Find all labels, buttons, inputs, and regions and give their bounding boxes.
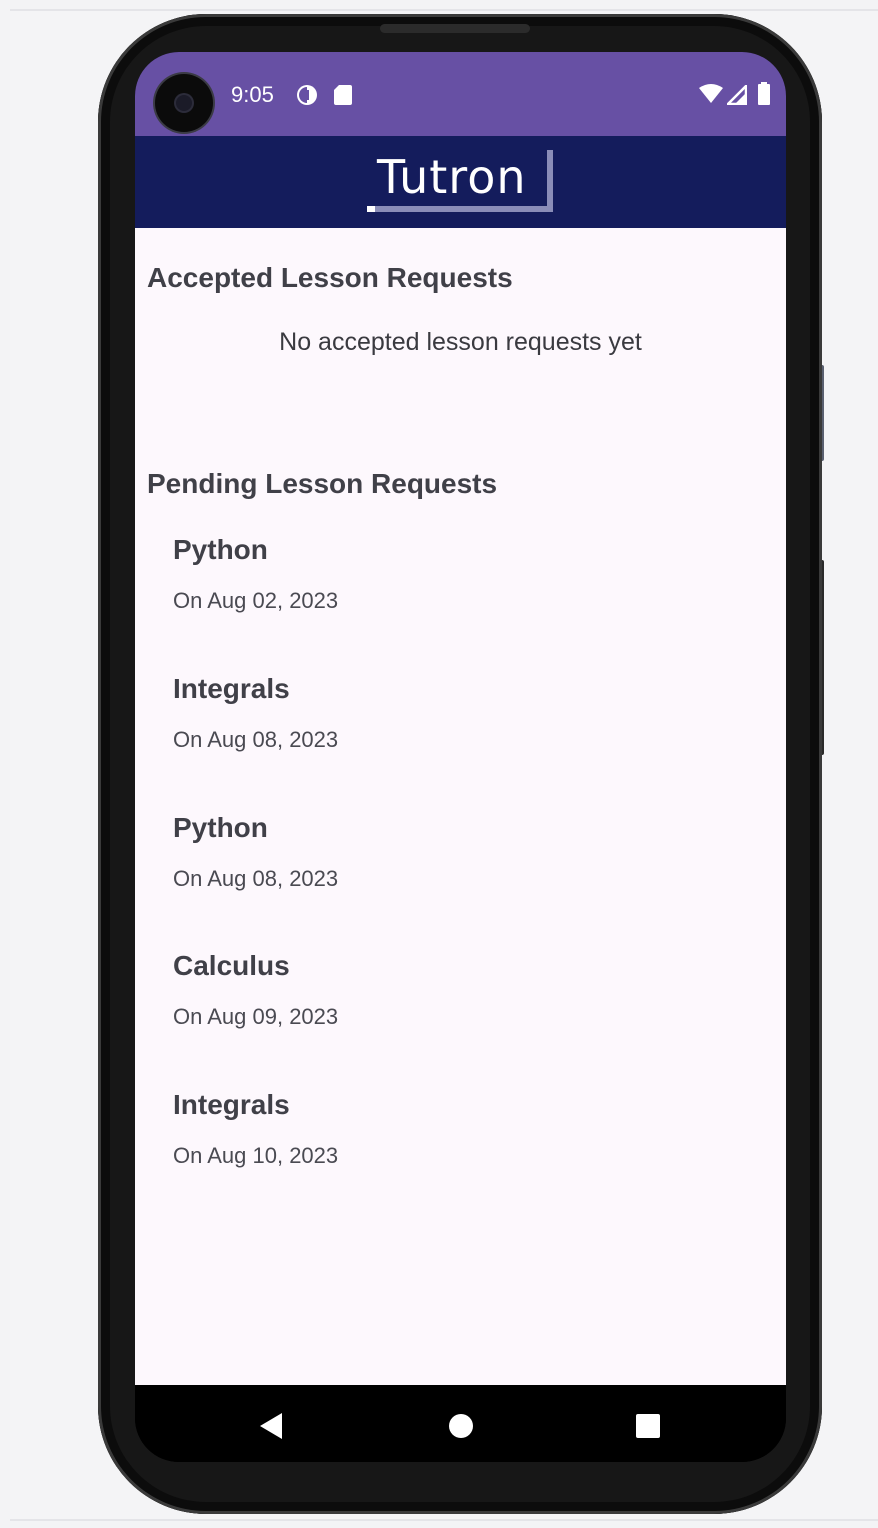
pending-lesson-item[interactable]: Python On Aug 02, 2023 <box>173 534 753 654</box>
recents-icon[interactable] <box>618 1395 678 1455</box>
pending-section-title: Pending Lesson Requests <box>147 468 498 499</box>
signal-icon <box>724 82 748 109</box>
pending-lesson-item[interactable]: Integrals On Aug 10, 2023 <box>173 1089 753 1209</box>
data-saver-icon <box>295 83 319 111</box>
accepted-empty-message: No accepted lesson requests yet <box>279 328 642 356</box>
wifi-icon <box>699 84 723 108</box>
home-icon[interactable] <box>431 1395 491 1455</box>
logo-bracket-horizontal <box>367 206 553 212</box>
system-navigation-bar <box>135 1385 786 1462</box>
accepted-section-title: Accepted Lesson Requests <box>147 262 513 293</box>
pending-lesson-item[interactable]: Calculus On Aug 09, 2023 <box>173 950 753 1070</box>
pending-lesson-item[interactable]: Integrals On Aug 08, 2023 <box>173 673 753 793</box>
phone-speaker <box>380 24 530 33</box>
back-icon[interactable] <box>240 1395 300 1455</box>
lesson-date: On Aug 09, 2023 <box>173 1004 339 1029</box>
lesson-subject: Python <box>173 812 268 843</box>
lesson-subject: Calculus <box>173 950 290 981</box>
sd-card-icon <box>333 83 353 111</box>
status-time: 9:05 <box>231 82 274 107</box>
logo-bracket-vertical <box>547 150 553 210</box>
logo-accent <box>367 206 375 212</box>
lesson-date: On Aug 08, 2023 <box>173 727 339 752</box>
status-bar: 9:05 <box>135 52 786 136</box>
lesson-subject: Integrals <box>173 673 290 704</box>
logo-text: Tutron <box>377 150 527 204</box>
phone-screen: 9:05 Tutron Accepted Lesson Requests No … <box>135 52 786 1462</box>
lesson-subject: Integrals <box>173 1089 290 1120</box>
lesson-subject: Python <box>173 534 268 565</box>
pending-lesson-item[interactable]: Python On Aug 08, 2023 <box>173 812 753 932</box>
lesson-requests-content[interactable]: Accepted Lesson Requests No accepted les… <box>135 228 786 1385</box>
tutron-logo: Tutron <box>367 148 553 214</box>
lesson-date: On Aug 08, 2023 <box>173 866 339 891</box>
battery-icon <box>757 82 771 110</box>
lesson-date: On Aug 10, 2023 <box>173 1143 339 1168</box>
front-camera <box>155 74 213 132</box>
lesson-date: On Aug 02, 2023 <box>173 588 339 613</box>
app-bar: Tutron <box>135 136 786 228</box>
